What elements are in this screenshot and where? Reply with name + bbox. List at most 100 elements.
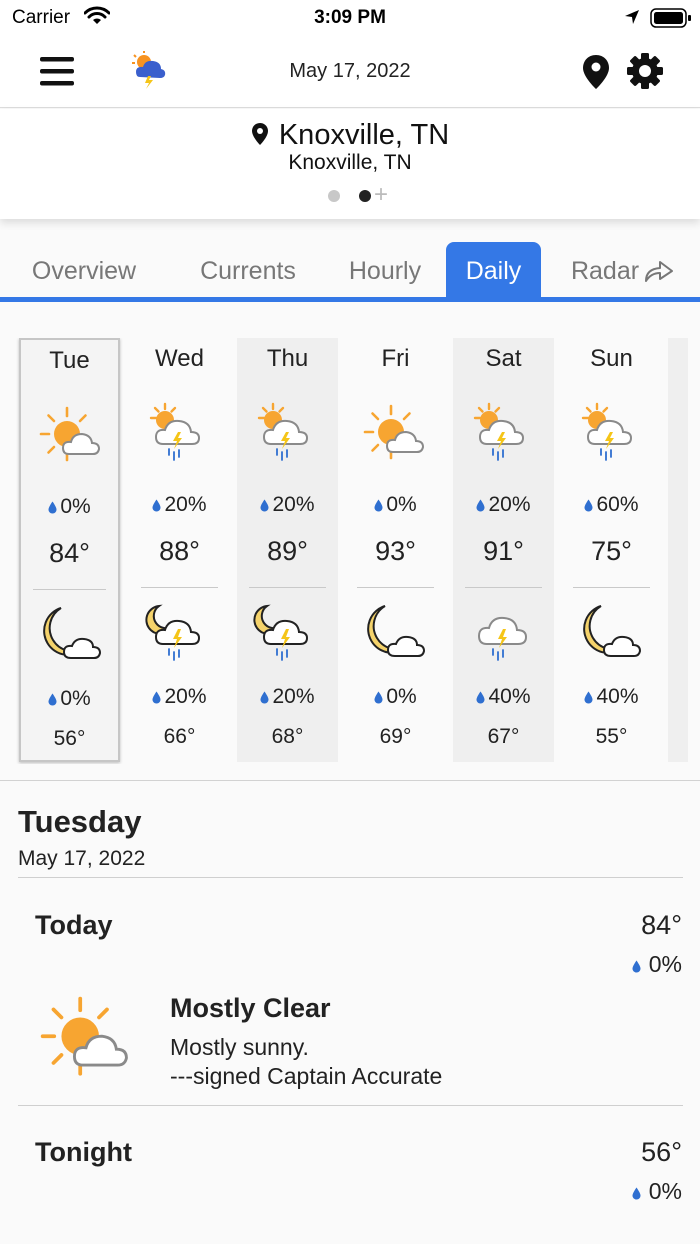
- location-title-row: Knoxville, TN: [0, 119, 700, 152]
- sun-thunderstorm-icon: [575, 400, 647, 472]
- partly-sunny-icon: [359, 400, 431, 472]
- raindrop-icon: [632, 960, 641, 973]
- night-precip: 20%: [237, 685, 338, 709]
- high-temp: 88°: [159, 536, 200, 566]
- tonight-precip: 0%: [632, 1178, 682, 1205]
- thunderstorm-icon: [467, 600, 539, 672]
- raindrop-icon: [260, 499, 269, 512]
- raindrop-icon: [374, 691, 383, 704]
- day-name: Wed: [155, 345, 204, 372]
- day-night-divider: [141, 587, 218, 588]
- top-nav-bar: May 17, 2022: [0, 36, 700, 108]
- tab-radar[interactable]: Radar: [548, 242, 698, 300]
- share-arrow-icon: [645, 261, 674, 282]
- detail-divider: [18, 877, 683, 878]
- raindrop-icon: [48, 501, 57, 514]
- location-subtitle: Knoxville, TN: [288, 151, 412, 174]
- map-pin-icon[interactable]: [582, 54, 610, 90]
- low-temp: 56°: [53, 727, 86, 750]
- day-night-divider: [357, 587, 434, 588]
- raindrop-icon: [476, 499, 485, 512]
- sun-thunderstorm-icon: [251, 400, 323, 472]
- moon-thunderstorm-icon: [251, 600, 323, 672]
- high-temp: 89°: [267, 536, 308, 566]
- view-tabs: Overview Currents Hourly Daily Radar: [0, 240, 700, 304]
- day-column[interactable]: Sun 60% 75° 40% 55°: [561, 338, 662, 762]
- raindrop-icon: [374, 499, 383, 512]
- day-night-divider: [33, 589, 106, 590]
- settings-gear-icon[interactable]: [626, 52, 664, 90]
- day-precip: 20%: [237, 493, 338, 517]
- low-temp: 55°: [595, 725, 628, 748]
- tab-daily[interactable]: Daily: [446, 242, 541, 300]
- today-temp: 84°: [641, 910, 682, 940]
- night-precip: 0%: [345, 685, 446, 709]
- day-column[interactable]: Wed 20% 88° 20% 66°: [129, 338, 230, 762]
- day-name: Fri: [381, 345, 410, 372]
- day-column[interactable]: Tue 0% 84° 0% 56°: [19, 338, 120, 762]
- raindrop-icon: [260, 691, 269, 704]
- high-temp: 84°: [49, 538, 90, 568]
- day-column[interactable]: Thu 20% 89° 20% 68°: [237, 338, 338, 762]
- location-title: Knoxville, TN: [278, 119, 450, 151]
- location-panel[interactable]: Knoxville, TN Knoxville, TN +: [0, 109, 700, 219]
- night-precip: 0%: [21, 687, 118, 711]
- moon-thunderstorm-icon: [143, 600, 215, 672]
- raindrop-icon: [584, 499, 593, 512]
- detail-day-title: Tuesday: [18, 804, 142, 839]
- daily-forecast-strip[interactable]: Tue 0% 84° 0% 56° Wed 20% 88° 20% 66° Th…: [0, 338, 700, 764]
- day-night-divider: [465, 587, 542, 588]
- tonight-title: Tonight: [35, 1137, 132, 1167]
- raindrop-icon: [48, 693, 57, 706]
- location-pin-icon: [251, 123, 268, 145]
- today-precip: 0%: [632, 951, 682, 978]
- today-title: Today: [35, 910, 113, 940]
- day-name: Sun: [590, 345, 633, 372]
- moon-cloud-icon: [35, 602, 107, 674]
- high-temp: 75°: [591, 536, 632, 566]
- clock: 3:09 PM: [314, 7, 386, 28]
- tab-hourly[interactable]: Hourly: [330, 242, 440, 300]
- raindrop-icon: [476, 691, 485, 704]
- day-precip: 0%: [21, 495, 118, 519]
- sun-thunderstorm-icon: [143, 400, 215, 472]
- low-temp: 66°: [163, 725, 196, 748]
- raindrop-icon: [584, 691, 593, 704]
- low-temp: 69°: [379, 725, 412, 748]
- tab-underline: [0, 297, 700, 302]
- day-precip: 0%: [345, 493, 446, 517]
- tab-overview[interactable]: Overview: [0, 242, 168, 300]
- tab-currents[interactable]: Currents: [168, 242, 328, 300]
- page-dot-active[interactable]: [359, 190, 371, 202]
- day-precip: 60%: [561, 493, 662, 517]
- moon-cloud-icon: [575, 600, 647, 672]
- tab-radar-label: Radar: [570, 257, 640, 285]
- night-precip: 40%: [561, 685, 662, 709]
- day-column[interactable]: Fri 0% 93° 0% 69°: [345, 338, 446, 762]
- location-services-icon: [625, 10, 639, 24]
- high-temp: 93°: [375, 536, 416, 566]
- status-bar: Carrier 3:09 PM: [0, 0, 700, 36]
- day-precip: 20%: [129, 493, 230, 517]
- condition-signature: ---signed Captain Accurate: [170, 1063, 443, 1089]
- tonight-temp: 56°: [641, 1137, 682, 1167]
- sun-thunderstorm-icon: [467, 400, 539, 472]
- next-day-column-peek[interactable]: [668, 338, 688, 762]
- night-precip: 40%: [453, 685, 554, 709]
- day-night-divider: [249, 587, 326, 588]
- partly-sunny-icon: [34, 990, 138, 1094]
- day-name: Tue: [49, 347, 90, 374]
- moon-cloud-icon: [359, 600, 431, 672]
- add-location-button[interactable]: +: [374, 181, 388, 209]
- raindrop-icon: [152, 499, 161, 512]
- raindrop-icon: [632, 1187, 641, 1200]
- day-night-divider: [573, 587, 650, 588]
- page-dot[interactable]: [328, 190, 340, 202]
- day-column[interactable]: Sat 20% 91° 40% 67°: [453, 338, 554, 762]
- partly-sunny-icon: [35, 402, 107, 474]
- day-precip: 20%: [453, 493, 554, 517]
- condition-description: Mostly sunny.: [170, 1034, 309, 1060]
- low-temp: 67°: [487, 725, 520, 748]
- detail-date: May 17, 2022: [18, 847, 146, 870]
- day-name: Sat: [485, 345, 522, 372]
